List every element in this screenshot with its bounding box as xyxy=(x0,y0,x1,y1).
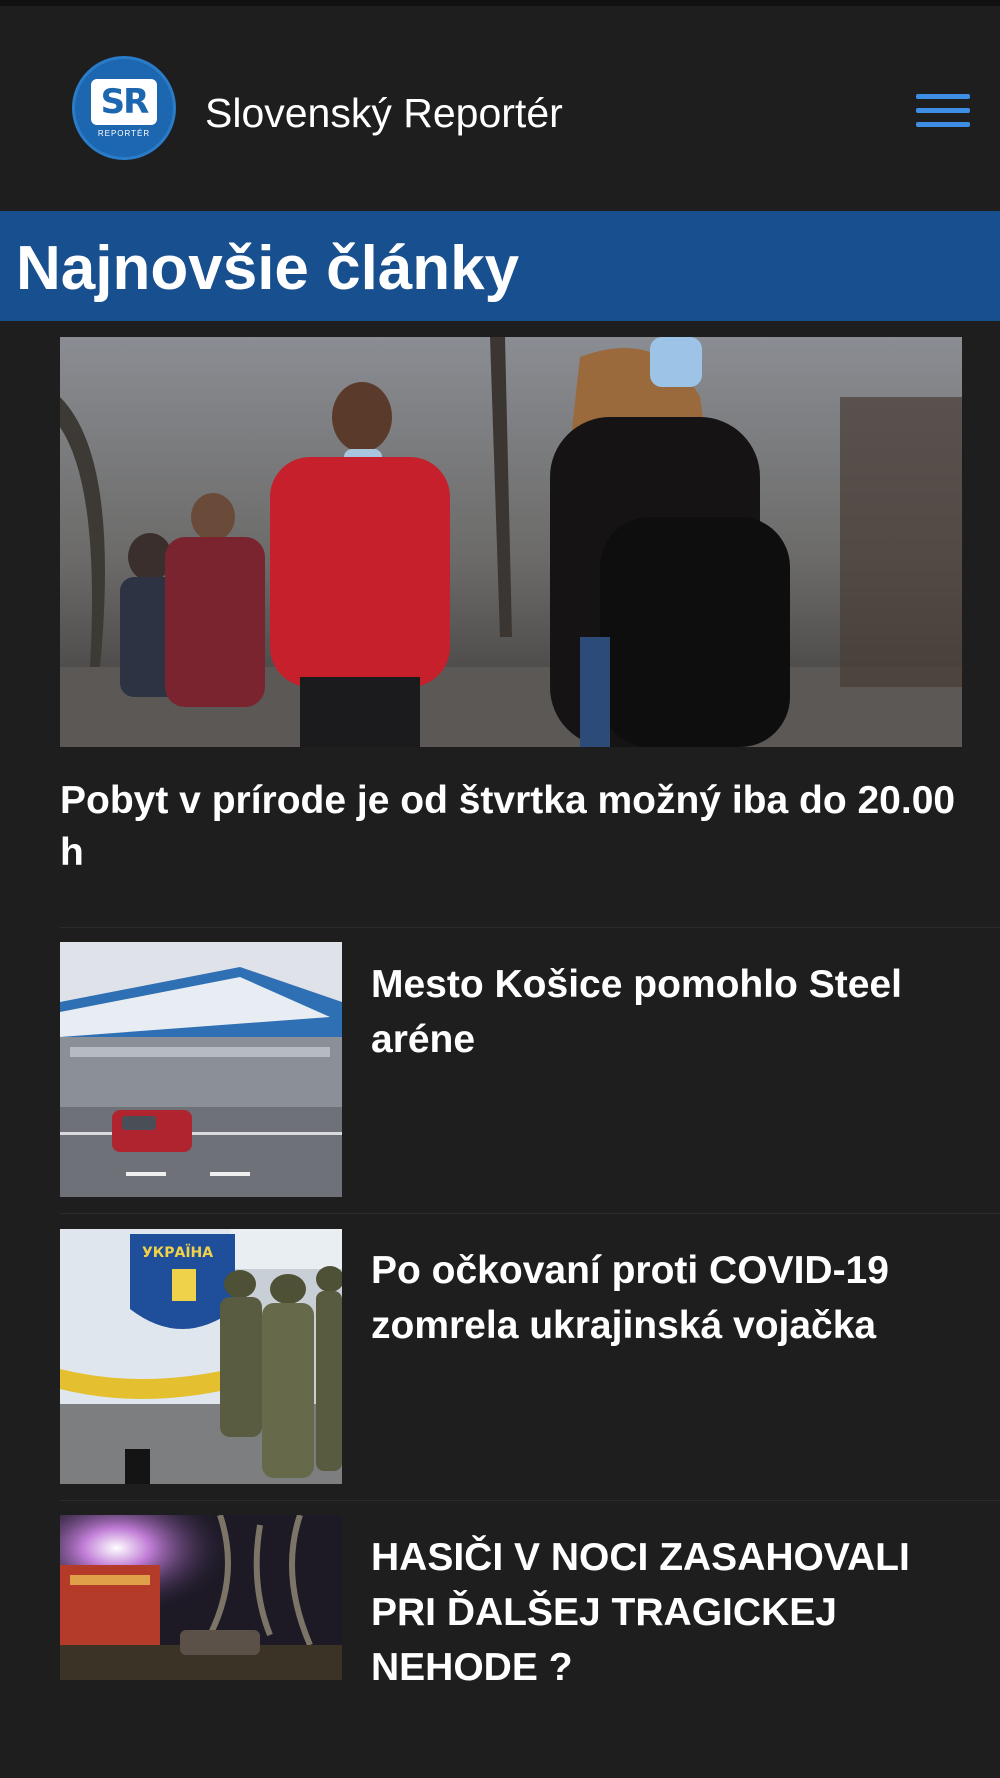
sign-text: УКРАЇНА xyxy=(142,1244,213,1261)
section-header: Najnovšie články xyxy=(0,211,1000,321)
section-title: Najnovšie články xyxy=(16,234,520,303)
article-title[interactable]: Po očkovaní proti COVID-19 zomrela ukraj… xyxy=(371,1243,971,1353)
logo-mark: SR xyxy=(91,78,157,125)
article-title[interactable]: HASIČI V NOCI ZASAHOVALI PRI ĎALŠEJ TRAG… xyxy=(371,1530,971,1695)
divider xyxy=(60,1500,1000,1501)
photo-firefighters-night xyxy=(60,1515,342,1680)
hero-article-title[interactable]: Pobyt v prírode je od štvrtka možný iba … xyxy=(60,775,960,879)
site-title[interactable]: Slovenský Reportér xyxy=(205,90,563,137)
site-header: SR REPORTÉR Slovenský Reportér xyxy=(0,6,1000,211)
divider xyxy=(60,927,1000,928)
divider xyxy=(60,1213,1000,1214)
photo-steel-arena xyxy=(60,942,342,1197)
logo-subtext: REPORTÉR xyxy=(97,128,151,138)
photo-ukrainian-soldiers: УКРАЇНА xyxy=(60,1229,342,1484)
article-thumbnail[interactable] xyxy=(60,1515,342,1680)
site-logo[interactable]: SR REPORTÉR xyxy=(72,56,176,160)
hero-article-image[interactable] xyxy=(60,337,962,747)
hamburger-menu-icon[interactable] xyxy=(916,94,970,134)
photo-people-wearing-masks xyxy=(60,337,962,747)
article-thumbnail[interactable]: УКРАЇНА xyxy=(60,1229,342,1484)
article-thumbnail[interactable] xyxy=(60,942,342,1197)
article-title[interactable]: Mesto Košice pomohlo Steel aréne xyxy=(371,957,971,1067)
